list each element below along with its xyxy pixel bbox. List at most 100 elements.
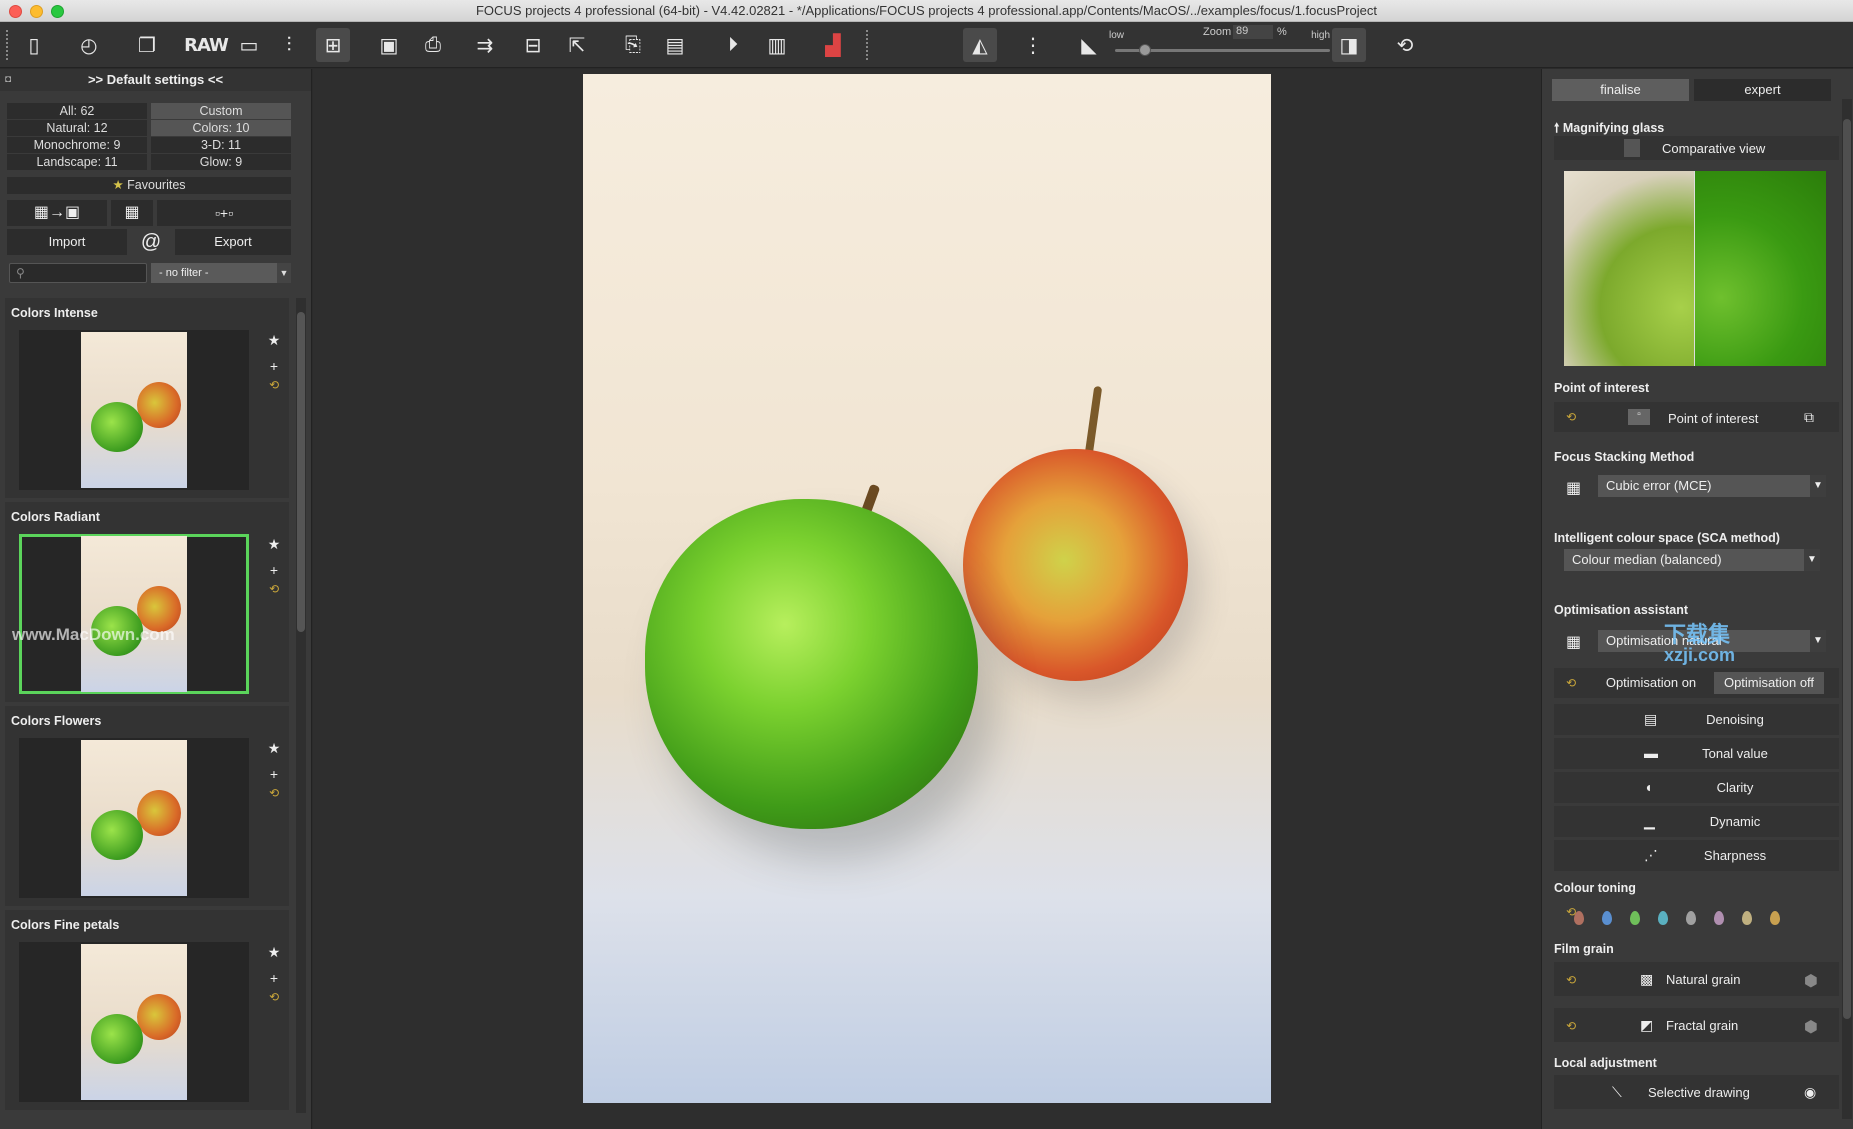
zoom-slider[interactable] — [1115, 44, 1330, 56]
zoom-slider-thumb[interactable] — [1139, 44, 1152, 56]
category-filter[interactable]: 3-D: 11 — [151, 137, 291, 153]
reset-icon[interactable]: ⟲ — [267, 990, 281, 1004]
copy-icon[interactable]: ❐ — [130, 28, 164, 62]
gallery-icon[interactable]: ▭ — [232, 28, 266, 62]
grain-settings-icon[interactable]: ⬢ — [1804, 1017, 1818, 1037]
step-forward-icon[interactable]: ⋮ — [1016, 28, 1050, 62]
optimisation-item[interactable]: ◖ Clarity — [1554, 772, 1839, 803]
favourite-star-icon[interactable]: ★ — [267, 944, 281, 961]
category-filter[interactable]: Natural: 12 — [7, 120, 147, 136]
sca-method-select[interactable]: Colour median (balanced) ▼ — [1564, 549, 1820, 571]
visibility-icon[interactable]: ◉ — [1804, 1084, 1816, 1101]
zoom-in-icon[interactable]: ◨ — [1332, 28, 1366, 62]
info-panel-icon[interactable]: ▥ — [760, 28, 794, 62]
category-filter[interactable]: All: 62 — [7, 103, 147, 119]
optimisation-item[interactable]: ⋰ Sharpness — [1554, 840, 1839, 871]
tab-expert[interactable]: expert — [1694, 79, 1831, 101]
preset-item[interactable]: Colors Intense ★ + ⟲ — [5, 298, 289, 498]
category-filter[interactable]: Glow: 9 — [151, 154, 291, 170]
reset-icon[interactable]: ⟲ — [1566, 973, 1576, 987]
optimisation-on-button[interactable]: Optimisation on — [1592, 670, 1710, 696]
reset-icon[interactable]: ⟲ — [267, 582, 281, 596]
compare-split-icon[interactable]: ◭ — [963, 28, 997, 62]
save-preset-grid-icon[interactable]: ▦→▣ — [7, 200, 107, 226]
colour-drop-icon[interactable] — [1630, 911, 1640, 925]
preset-list-scroll-thumb[interactable] — [297, 312, 305, 632]
category-filter[interactable]: Colors: 10 — [151, 120, 291, 136]
toolbar-grip-2[interactable] — [866, 30, 870, 60]
preset-thumbnail[interactable] — [19, 330, 249, 490]
preset-thumbnail[interactable] — [19, 534, 249, 694]
toolbar-grip[interactable] — [6, 30, 10, 60]
histogram-icon[interactable]: ▟ — [816, 28, 850, 62]
colour-drop-icon[interactable] — [1714, 911, 1724, 925]
preset-thumbnail[interactable] — [19, 942, 249, 1102]
preset-item[interactable]: Colors Fine petals ★ + ⟲ — [5, 910, 289, 1110]
reset-icon[interactable]: ⟲ — [267, 378, 281, 392]
add-icon[interactable]: + — [267, 766, 281, 782]
point-of-interest-label[interactable]: Point of interest — [1668, 411, 1758, 426]
preset-thumbnail[interactable] — [19, 738, 249, 898]
close-window-button[interactable] — [9, 5, 22, 18]
print-icon[interactable]: ⎙ — [416, 28, 450, 62]
fractal-grain-button[interactable]: Fractal grain — [1666, 1018, 1738, 1033]
add-icon[interactable]: + — [267, 358, 281, 374]
colour-drop-icon[interactable] — [1770, 911, 1780, 925]
stacking-settings-icon[interactable]: ⊞ — [316, 28, 350, 62]
favourite-star-icon[interactable]: ★ — [267, 740, 281, 757]
settings-scrollbar[interactable] — [1842, 99, 1852, 1119]
preset-item[interactable]: Colors Radiant ★ + ⟲ — [5, 502, 289, 702]
category-filter[interactable]: Landscape: 11 — [7, 154, 147, 170]
import-button[interactable]: Import — [7, 229, 127, 255]
comparative-view-checkbox[interactable] — [1624, 139, 1640, 157]
zoom-value-field[interactable]: 89 — [1233, 25, 1273, 39]
add-to-preset-icon[interactable]: ▫+▫ — [157, 200, 291, 226]
zoom-fit-icon[interactable]: ◣ — [1072, 28, 1106, 62]
tab-finalise[interactable]: finalise — [1552, 79, 1689, 101]
optimisation-item[interactable]: ▤ Denoising — [1554, 704, 1839, 735]
magnifier-preview[interactable] — [1564, 171, 1826, 366]
zoom-window-button[interactable] — [51, 5, 64, 18]
add-icon[interactable]: + — [267, 970, 281, 986]
settings-scroll-thumb[interactable] — [1843, 119, 1851, 1019]
favourites-filter[interactable]: ★ Favourites — [7, 177, 291, 194]
raw-button[interactable]: RAW — [184, 28, 229, 62]
arrow-up-icon[interactable]: 🠕 — [1554, 121, 1559, 135]
magnifier-divider[interactable] — [1694, 171, 1695, 366]
preset-item[interactable]: Colors Flowers ★ + ⟲ — [5, 706, 289, 906]
sliders-icon[interactable]: ⫶ — [272, 28, 306, 62]
share-icon[interactable]: ⇱ — [560, 28, 594, 62]
natural-grain-button[interactable]: Natural grain — [1666, 972, 1740, 987]
save-icon[interactable]: ▣ — [372, 28, 406, 62]
category-filter[interactable]: Custom — [151, 103, 291, 119]
colour-drop-icon[interactable] — [1742, 911, 1752, 925]
selective-drawing-button[interactable]: Selective drawing — [1648, 1085, 1750, 1100]
optimisation-item[interactable]: ▁ Dynamic — [1554, 806, 1839, 837]
reset-icon[interactable]: ⟲ — [267, 786, 281, 800]
favourite-star-icon[interactable]: ★ — [267, 332, 281, 349]
copy-settings-icon[interactable]: ⧉ — [1804, 409, 1814, 426]
colour-drop-icon[interactable] — [1686, 911, 1696, 925]
grain-settings-icon[interactable]: ⬢ — [1804, 971, 1818, 991]
frame-icon[interactable]: ▤ — [658, 28, 692, 62]
point-of-interest-icon[interactable]: ▫ — [1628, 409, 1650, 425]
history-icon[interactable]: ◴ — [72, 28, 106, 62]
export-button[interactable]: Export — [175, 229, 291, 255]
crop-rotate-icon[interactable]: ⟲ — [1388, 28, 1422, 62]
preset-list-scrollbar[interactable] — [296, 298, 306, 1113]
pin-icon[interactable]: ◘ — [5, 69, 11, 91]
colour-drop-icon[interactable] — [1658, 911, 1668, 925]
reset-icon[interactable]: ⟲ — [1566, 1019, 1576, 1033]
favourite-star-icon[interactable]: ★ — [267, 536, 281, 553]
colour-drop-icon[interactable] — [1574, 911, 1584, 925]
document-export-icon[interactable]: ⎘ — [616, 28, 650, 62]
optimisation-off-button[interactable]: Optimisation off — [1714, 672, 1824, 694]
play-icon[interactable]: ⏵ — [716, 28, 750, 62]
preset-settings-icon[interactable]: ▦ — [111, 200, 153, 226]
focus-stacking-select[interactable]: Cubic error (MCE) ▼ — [1598, 475, 1826, 497]
reset-icon[interactable]: ⟲ — [1566, 410, 1576, 424]
result-image[interactable] — [583, 74, 1271, 1103]
category-filter[interactable]: Monochrome: 9 — [7, 137, 147, 153]
email-at-button[interactable]: @ — [131, 229, 171, 255]
colour-drop-icon[interactable] — [1602, 911, 1612, 925]
